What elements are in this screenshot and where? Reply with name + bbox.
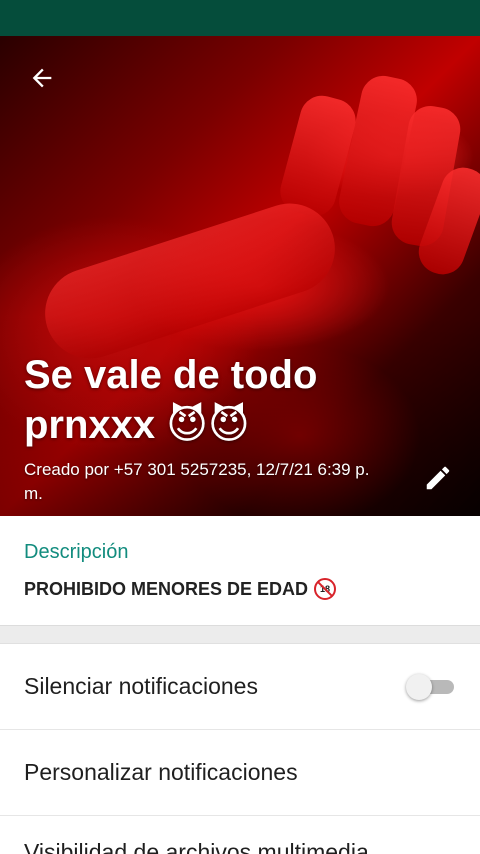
no-under-18-icon: 18 bbox=[314, 578, 337, 600]
mute-notifications-row[interactable]: Silenciar notificaciones bbox=[0, 644, 480, 730]
media-visibility-row[interactable]: Visibilidad de archivos multimedia bbox=[0, 816, 480, 854]
status-bar bbox=[0, 0, 480, 36]
created-by-text: Creado por +57 301 5257235, 12/7/21 6:39… bbox=[24, 460, 370, 503]
description-text: PROHIBIDO MENORES DE EDAD bbox=[24, 579, 309, 599]
mute-notifications-label: Silenciar notificaciones bbox=[24, 673, 258, 699]
group-title: Se vale de todo prnxxx 😈😈 bbox=[24, 353, 318, 447]
custom-notifications-label: Personalizar notificaciones bbox=[24, 759, 298, 785]
back-button[interactable] bbox=[18, 58, 66, 98]
description-section[interactable]: Descripción PROHIBIDO MENORES DE EDAD 18 bbox=[0, 516, 480, 626]
description-text-row: PROHIBIDO MENORES DE EDAD 18 bbox=[24, 576, 456, 602]
group-header: Se vale de todo prnxxx 😈😈 Creado por +57… bbox=[0, 36, 480, 516]
toggle-thumb bbox=[406, 673, 432, 700]
edit-button[interactable] bbox=[414, 454, 462, 502]
section-divider bbox=[0, 626, 480, 644]
custom-notifications-row[interactable]: Personalizar notificaciones bbox=[0, 730, 480, 816]
pencil-icon bbox=[426, 466, 450, 490]
description-label: Descripción bbox=[24, 541, 129, 563]
mute-notifications-toggle[interactable] bbox=[404, 672, 456, 702]
arrow-left-icon bbox=[32, 68, 52, 88]
media-visibility-label: Visibilidad de archivos multimedia bbox=[24, 839, 369, 854]
settings-section: Silenciar notificaciones Personalizar no… bbox=[0, 644, 480, 854]
